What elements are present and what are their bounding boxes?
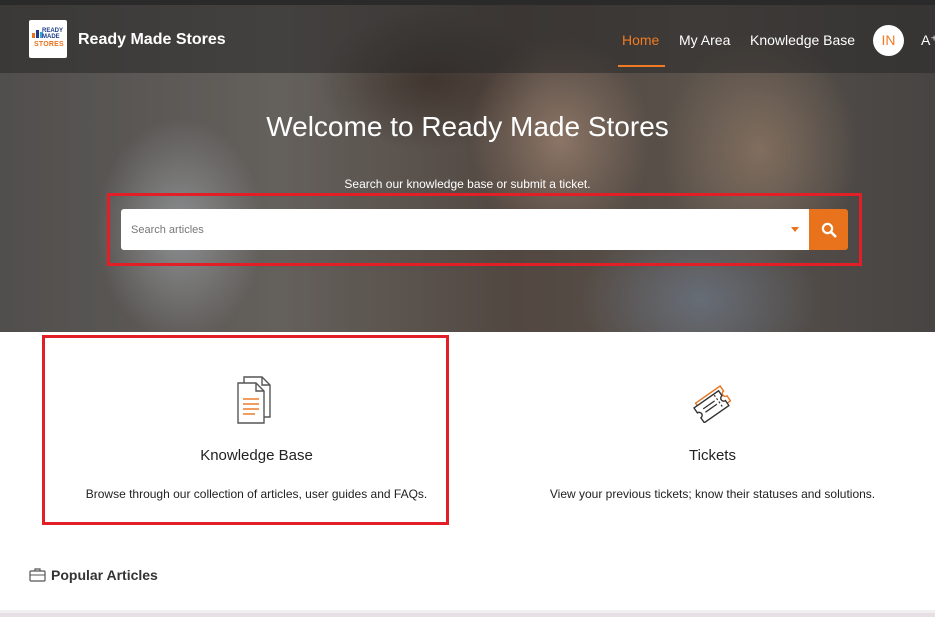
search-button[interactable] xyxy=(809,209,848,250)
briefcase-icon xyxy=(29,568,46,582)
article-list-edge xyxy=(0,610,935,617)
nav-knowledge-base[interactable]: Knowledge Base xyxy=(750,32,855,48)
search-bar xyxy=(121,209,809,250)
logo-text-top: READY MADE xyxy=(42,28,63,40)
popular-articles-heading: Popular Articles xyxy=(51,567,158,583)
tickets-card-title[interactable]: Tickets xyxy=(512,447,913,464)
ticket-icon xyxy=(693,385,732,423)
brand-logo[interactable]: READY MADE STORES xyxy=(29,20,67,58)
search-input[interactable] xyxy=(121,209,781,250)
documents-icon xyxy=(237,376,271,424)
hero-subtitle: Search our knowledge base or submit a ti… xyxy=(344,177,591,191)
search-icon xyxy=(821,222,836,237)
top-border xyxy=(0,0,935,5)
site-header: READY MADE STORES Ready Made Stores Home… xyxy=(0,5,935,73)
caret-down-icon[interactable] xyxy=(791,227,799,232)
knowledge-base-card-description: Browse through our collection of article… xyxy=(85,487,428,501)
nav-my-area[interactable]: My Area xyxy=(679,32,730,48)
text-size-button[interactable]: A⁺ xyxy=(921,32,935,49)
brand-name[interactable]: Ready Made Stores xyxy=(78,31,226,49)
tickets-card-description: View your previous tickets; know their s… xyxy=(549,487,876,501)
user-avatar[interactable]: IN xyxy=(873,25,904,56)
hero-title: Welcome to Ready Made Stores xyxy=(266,111,669,142)
knowledge-base-card-title[interactable]: Knowledge Base xyxy=(56,447,457,464)
nav-home[interactable]: Home xyxy=(622,32,659,48)
nav-active-indicator xyxy=(618,65,665,67)
logo-text-bottom: STORES xyxy=(34,41,64,48)
